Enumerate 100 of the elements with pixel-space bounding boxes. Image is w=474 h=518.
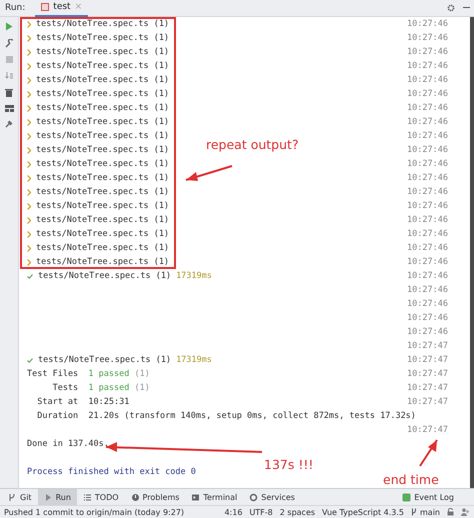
timestamp: 10:27:46 — [407, 159, 448, 169]
timestamp: 10:27:46 — [407, 187, 448, 197]
terminal-icon — [191, 492, 200, 502]
timestamp: 10:27:47 — [407, 341, 448, 351]
timestamp: 10:27:46 — [407, 117, 448, 127]
timestamp: 10:27:46 — [407, 173, 448, 183]
duration-text: 17319ms — [176, 355, 212, 365]
run-label: Run: — [5, 3, 26, 13]
test-file-text: tests/NoteTree.spec.ts (1) — [36, 201, 170, 211]
people-icon[interactable] — [461, 508, 470, 516]
test-file-text: tests/NoteTree.spec.ts (1) — [36, 243, 170, 253]
settings-icon[interactable] — [447, 4, 455, 12]
config-tab[interactable]: test × — [35, 0, 88, 16]
timestamp: 10:27:46 — [407, 131, 448, 141]
lock-icon[interactable] — [447, 508, 454, 516]
status-message: Pushed 1 commit to origin/main (today 9:27) — [4, 508, 184, 516]
timestamp: 10:27:46 — [407, 103, 448, 113]
tool-window-tab[interactable]: Run — [38, 489, 77, 505]
branch-icon — [8, 492, 17, 502]
timestamp: 10:27:47 — [407, 355, 448, 365]
config-icon — [41, 3, 50, 11]
test-file-text: tests/NoteTree.spec.ts (1) — [36, 75, 170, 85]
test-file-text: tests/NoteTree.spec.ts (1) — [36, 257, 170, 267]
status-item[interactable]: 4:16 — [224, 508, 242, 516]
branch-icon — [411, 508, 417, 516]
test-file-text: tests/NoteTree.spec.ts (1) — [36, 145, 170, 155]
event-log-button[interactable]: Event Log — [402, 492, 474, 502]
total-count: (1) — [134, 369, 150, 379]
check-icon — [27, 274, 33, 278]
test-file-text: tests/NoteTree.spec.ts (1) — [36, 131, 170, 141]
list-icon — [82, 492, 92, 502]
status-item[interactable]: Vue TypeScript 4.3.5 — [322, 508, 404, 516]
test-file-text: tests/NoteTree.spec.ts (1) — [38, 271, 172, 281]
timestamp: 10:27:46 — [407, 215, 448, 225]
tool-window-tab[interactable]: Git — [2, 489, 38, 505]
test-file-text: tests/NoteTree.spec.ts (1) — [36, 187, 170, 197]
timestamp: 10:27:46 — [407, 75, 448, 85]
test-file-text: tests/NoteTree.spec.ts (1) — [36, 103, 170, 113]
timestamp: 10:27:46 — [407, 299, 448, 309]
timestamp: 10:27:46 — [407, 145, 448, 155]
timestamp: 10:27:46 — [407, 271, 448, 281]
summary-label: Duration — [36, 411, 78, 421]
timestamp: 10:27:46 — [407, 89, 448, 99]
timestamp: 10:27:47 — [407, 425, 448, 435]
trash-icon[interactable] — [5, 88, 13, 97]
timestamp: 10:27:47 — [407, 369, 448, 379]
test-file-text: tests/NoteTree.spec.ts (1) — [36, 117, 170, 127]
tool-window-tab[interactable]: Services — [243, 489, 301, 505]
layout-icon[interactable] — [4, 105, 14, 112]
log-icon — [402, 492, 412, 502]
wrench-icon[interactable] — [4, 39, 14, 48]
duration-text: 17319ms — [176, 271, 212, 281]
annotation-text: end time — [383, 472, 439, 487]
timestamp: 10:27:46 — [407, 243, 448, 253]
timestamp: 10:27:46 — [407, 229, 448, 239]
timestamp: 10:27:46 — [407, 257, 448, 267]
test-file-text: tests/NoteTree.spec.ts (1) — [36, 89, 170, 99]
status-item[interactable]: UTF-8 — [249, 508, 273, 516]
timestamp: 10:27:47 — [407, 397, 448, 407]
check-icon — [27, 358, 33, 362]
summary-label: Test Files — [27, 369, 78, 379]
timestamp: 10:27:46 — [407, 285, 448, 295]
timestamp: 10:27:46 — [407, 61, 448, 71]
test-file-text: tests/NoteTree.spec.ts (1) — [36, 159, 170, 169]
annotation-arrow — [186, 165, 232, 181]
test-file-text: tests/NoteTree.spec.ts (1) — [36, 173, 170, 183]
test-file-text: tests/NoteTree.spec.ts (1) — [36, 33, 170, 43]
play-icon — [44, 492, 53, 502]
tool-window-tab[interactable]: Problems — [124, 489, 186, 505]
timestamp: 10:27:46 — [407, 33, 448, 43]
timestamp: 10:27:47 — [407, 383, 448, 393]
ring-icon — [249, 492, 258, 502]
warning-icon — [130, 492, 140, 502]
branch-widget[interactable]: main — [411, 508, 440, 516]
status-item[interactable]: 2 spaces — [280, 508, 316, 516]
tool-window-tab[interactable]: TODO — [76, 489, 125, 505]
timestamp: 10:27:46 — [407, 201, 448, 211]
annotation-text: 137s !!! — [264, 457, 314, 472]
passed-count: 1 passed — [88, 369, 130, 379]
summary-value: 21.20s (transform 140ms, setup 0ms, collect 872ms, tests 17.32s) — [88, 411, 416, 421]
total-count: (1) — [134, 383, 150, 393]
summary-label: Start at — [36, 397, 78, 407]
timestamp: 10:27:46 — [407, 313, 448, 323]
annotation-arrow — [419, 439, 438, 467]
test-file-text: tests/NoteTree.spec.ts (1) — [36, 229, 170, 239]
test-file-text: tests/NoteTree.spec.ts (1) — [36, 19, 170, 29]
tool-window-tab[interactable]: Terminal — [185, 489, 244, 505]
minimize-icon[interactable] — [463, 7, 470, 9]
annotation-text: repeat output? — [206, 137, 299, 152]
timestamp: 10:27:46 — [407, 19, 448, 29]
test-file-text: tests/NoteTree.spec.ts (1) — [36, 47, 170, 57]
test-file-text: tests/NoteTree.spec.ts (1) — [36, 61, 170, 71]
timestamp: 10:27:46 — [407, 47, 448, 57]
test-file-text: tests/NoteTree.spec.ts (1) — [36, 215, 170, 225]
passed-count: 1 passed — [88, 383, 130, 393]
log-text: Done in 137.40s. — [27, 439, 109, 449]
summary-label: Tests — [52, 383, 78, 393]
test-file-text: tests/NoteTree.spec.ts (1) — [38, 355, 172, 365]
timestamp: 10:27:46 — [407, 327, 448, 337]
summary-value: 10:25:31 — [88, 397, 130, 407]
